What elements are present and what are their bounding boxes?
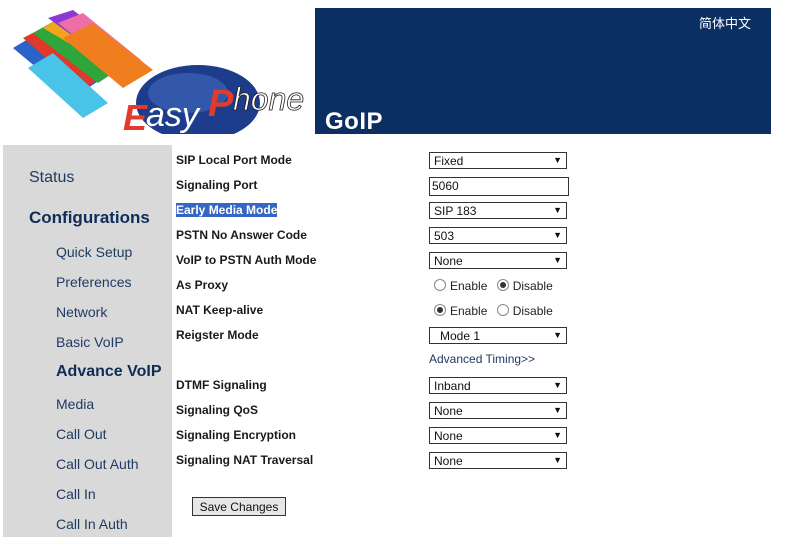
select-value: None xyxy=(434,454,463,468)
select-value: None xyxy=(434,404,463,418)
row-pstn-no-answer-code: PSTN No Answer Code 503 ▼ xyxy=(176,222,776,244)
row-signaling-nat-traversal: Signaling NAT Traversal None ▼ xyxy=(176,447,776,469)
signaling-encryption-label: Signaling Encryption xyxy=(176,428,297,442)
nav-media[interactable]: Media xyxy=(56,396,94,412)
signaling-port-input[interactable]: 5060 xyxy=(429,177,569,196)
row-signaling-port: Signaling Port 5060 xyxy=(176,172,776,196)
early-media-mode-label: Early Media Mode xyxy=(176,203,278,217)
dropdown-arrow-icon: ▼ xyxy=(553,405,562,415)
dropdown-arrow-icon: ▼ xyxy=(553,230,562,240)
dropdown-arrow-icon: ▼ xyxy=(553,255,562,265)
signaling-qos-label: Signaling QoS xyxy=(176,403,259,417)
language-link[interactable]: 简体中文 xyxy=(699,13,751,32)
select-value: Inband xyxy=(434,379,471,393)
row-sip-local-port-mode: SIP Local Port Mode Fixed ▼ xyxy=(176,147,776,169)
row-as-proxy: As Proxy Enable Disable xyxy=(176,272,776,294)
advance-voip-form: SIP Local Port Mode Fixed ▼ Signaling Po… xyxy=(176,145,776,537)
dropdown-arrow-icon: ▼ xyxy=(553,330,562,340)
dropdown-arrow-icon: ▼ xyxy=(553,155,562,165)
voip-to-pstn-auth-mode-select[interactable]: None ▼ xyxy=(429,252,567,269)
dropdown-arrow-icon: ▼ xyxy=(553,205,562,215)
row-nat-keep-alive: NAT Keep-alive Enable Disable xyxy=(176,297,776,319)
voip-to-pstn-auth-mode-label: VoIP to PSTN Auth Mode xyxy=(176,253,317,267)
as-proxy-label: As Proxy xyxy=(176,278,229,292)
svg-text:P: P xyxy=(208,83,234,125)
sip-local-port-mode-select[interactable]: Fixed ▼ xyxy=(429,152,567,169)
nav-status[interactable]: Status xyxy=(29,169,74,187)
signaling-encryption-select[interactable]: None ▼ xyxy=(429,427,567,444)
svg-text:asy: asy xyxy=(146,96,201,134)
easyphone-logo: E asy P hone xyxy=(3,8,315,141)
sip-local-port-mode-label: SIP Local Port Mode xyxy=(176,153,292,167)
as-proxy-disable-radio[interactable] xyxy=(496,279,509,291)
row-reigster-mode: Reigster Mode Mode 1 ▼ xyxy=(176,322,776,344)
dropdown-arrow-icon: ▼ xyxy=(553,380,562,390)
nat-keep-alive-enable-radio[interactable] xyxy=(434,304,446,316)
dropdown-arrow-icon: ▼ xyxy=(553,455,562,465)
nav-advance-voip[interactable]: Advance VoIP xyxy=(56,363,162,381)
select-value: None xyxy=(434,429,463,443)
nav-call-in-auth[interactable]: Call In Auth xyxy=(56,516,128,532)
product-name: GoIP xyxy=(325,108,384,135)
pstn-no-answer-code-label: PSTN No Answer Code xyxy=(176,228,307,242)
row-signaling-encryption: Signaling Encryption None ▼ xyxy=(176,422,776,444)
sidebar: Status Configurations Quick Setup Prefer… xyxy=(3,145,172,537)
nav-network[interactable]: Network xyxy=(56,304,107,320)
signaling-qos-select[interactable]: None ▼ xyxy=(429,402,567,419)
pstn-no-answer-code-select[interactable]: 503 ▼ xyxy=(429,227,567,244)
select-value: SIP 183 xyxy=(434,204,477,218)
reigster-mode-label: Reigster Mode xyxy=(176,328,259,342)
nat-keep-alive-radio-group: Enable Disable xyxy=(434,304,559,318)
select-value: Mode 1 xyxy=(440,329,481,343)
nav-call-out[interactable]: Call Out xyxy=(56,426,107,442)
signaling-nat-traversal-select[interactable]: None ▼ xyxy=(429,452,567,469)
save-changes-button[interactable]: Save Changes xyxy=(192,497,286,516)
as-proxy-enable-radio[interactable] xyxy=(434,279,446,291)
dtmf-signaling-select[interactable]: Inband ▼ xyxy=(429,377,567,394)
dropdown-arrow-icon: ▼ xyxy=(553,430,562,440)
nav-call-out-auth[interactable]: Call Out Auth xyxy=(56,456,139,472)
reigster-mode-select[interactable]: Mode 1 ▼ xyxy=(429,327,567,344)
row-dtmf-signaling: DTMF Signaling Inband ▼ xyxy=(176,372,776,394)
dtmf-signaling-label: DTMF Signaling xyxy=(176,378,267,392)
early-media-mode-select[interactable]: SIP 183 ▼ xyxy=(429,202,567,219)
signaling-nat-traversal-label: Signaling NAT Traversal xyxy=(176,453,314,467)
disable-label: Disable xyxy=(512,279,553,293)
nav-call-in[interactable]: Call In xyxy=(56,486,96,502)
enable-label: Enable xyxy=(450,279,488,293)
select-value: Fixed xyxy=(434,154,464,168)
disable-label: Disable xyxy=(512,304,553,318)
row-early-media-mode: Early Media Mode SIP 183 ▼ xyxy=(176,197,776,219)
svg-text:hone: hone xyxy=(233,81,304,117)
signaling-port-label: Signaling Port xyxy=(176,178,258,192)
nav-quick-setup[interactable]: Quick Setup xyxy=(56,244,132,260)
advanced-timing-link[interactable]: Advanced Timing>> xyxy=(429,352,535,366)
nav-preferences[interactable]: Preferences xyxy=(56,274,131,290)
as-proxy-radio-group: Enable Disable xyxy=(434,279,559,293)
nav-configurations[interactable]: Configurations xyxy=(29,208,150,228)
select-value: None xyxy=(434,254,463,268)
nat-keep-alive-label: NAT Keep-alive xyxy=(176,303,264,317)
nav-basic-voip[interactable]: Basic VoIP xyxy=(56,334,124,350)
row-signaling-qos: Signaling QoS None ▼ xyxy=(176,397,776,419)
select-value: 503 xyxy=(434,229,455,243)
enable-label: Enable xyxy=(450,304,488,318)
row-voip-to-pstn-auth-mode: VoIP to PSTN Auth Mode None ▼ xyxy=(176,247,776,269)
nat-keep-alive-disable-radio[interactable] xyxy=(496,304,509,316)
header-divider xyxy=(3,134,771,141)
header-banner: E asy P hone 简体中文 GoIP xyxy=(3,8,771,141)
svg-text:E: E xyxy=(123,97,148,138)
